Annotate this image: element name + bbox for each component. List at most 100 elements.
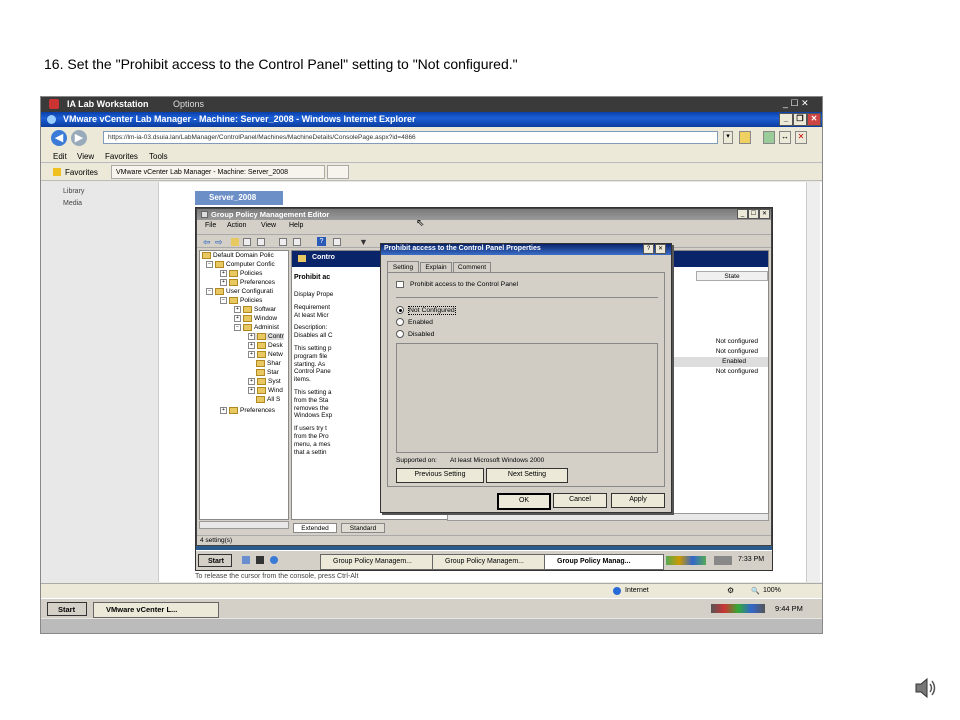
lock-icon[interactable]: [739, 131, 751, 144]
back-icon[interactable]: ⇦: [203, 237, 211, 248]
tree-item[interactable]: + Policies: [220, 270, 262, 277]
nav-media[interactable]: Media: [63, 200, 82, 207]
tree-item[interactable]: Star: [256, 369, 279, 376]
expand-icon[interactable]: +: [220, 407, 227, 414]
expand-icon[interactable]: +: [248, 342, 255, 349]
back-arrow-icon[interactable]: ◀: [51, 130, 67, 146]
tab-extended[interactable]: Extended: [293, 523, 337, 533]
show-hide-tree-icon[interactable]: [243, 238, 251, 246]
tree-item[interactable]: + Window: [234, 315, 277, 322]
tree-item[interactable]: Shar: [256, 360, 281, 367]
go-icon[interactable]: ↔: [779, 131, 791, 144]
new-tab-button[interactable]: [327, 165, 349, 179]
ie-tab-current[interactable]: VMware vCenter Lab Manager - Machine: Se…: [111, 165, 325, 179]
tree-item[interactable]: + Syst: [248, 378, 281, 385]
radio-enabled[interactable]: Enabled: [396, 318, 433, 326]
gpme-minimize-button[interactable]: _: [737, 209, 748, 219]
menu-edit[interactable]: Edit: [53, 152, 67, 161]
radio-not-configured[interactable]: Not Configured: [396, 305, 456, 315]
dialog-tab-comment[interactable]: Comment: [453, 262, 491, 272]
ie-restore-button[interactable]: ❐: [793, 113, 807, 126]
gpme-close-button[interactable]: ✕: [759, 209, 770, 219]
workstation-window-controls[interactable]: _ ☐ ✕: [783, 98, 809, 109]
tab-standard[interactable]: Standard: [341, 523, 385, 533]
taskbar-item[interactable]: Group Policy Managem...: [432, 554, 554, 570]
forward-arrow-icon[interactable]: ▶: [71, 130, 87, 146]
dialog-tab-setting[interactable]: Setting: [387, 261, 419, 272]
radio-disabled[interactable]: Disabled: [396, 330, 434, 338]
collapse-icon[interactable]: −: [206, 288, 213, 295]
filter-icon[interactable]: ▼: [359, 237, 368, 247]
cmd-icon[interactable]: [256, 556, 264, 564]
tree-item[interactable]: + Softwar: [234, 306, 276, 313]
ok-button[interactable]: OK: [497, 493, 551, 510]
expand-icon[interactable]: +: [234, 315, 241, 322]
tree-item[interactable]: + Preferences: [220, 279, 275, 286]
help-icon[interactable]: ?: [317, 237, 326, 246]
expand-icon[interactable]: +: [248, 333, 255, 340]
workstation-options-menu[interactable]: Options: [173, 99, 204, 109]
next-setting-button[interactable]: Next Setting: [486, 468, 568, 483]
tree-item[interactable]: − Computer Confic: [206, 261, 275, 268]
tree-item[interactable]: − Policies: [220, 297, 262, 304]
expand-icon[interactable]: +: [220, 279, 227, 286]
favorites-button[interactable]: Favorites: [65, 168, 98, 177]
refresh-list-icon[interactable]: [293, 238, 301, 246]
expand-icon[interactable]: +: [248, 351, 255, 358]
speaker-icon[interactable]: [913, 675, 939, 701]
details-hscrollbar[interactable]: [447, 513, 769, 521]
tree-item[interactable]: + Wind: [248, 387, 283, 394]
host-tray-icons[interactable]: [711, 604, 765, 613]
dialog-tab-explain[interactable]: Explain: [420, 262, 452, 272]
gpme-menu-view[interactable]: View: [261, 222, 276, 229]
export-list-icon[interactable]: [279, 238, 287, 246]
protected-mode-icon[interactable]: ⚙: [727, 586, 734, 595]
collapse-icon[interactable]: −: [220, 297, 227, 304]
menu-view[interactable]: View: [77, 152, 94, 161]
gpme-menu-file[interactable]: File: [205, 222, 216, 229]
zoom-icon[interactable]: 🔍: [751, 587, 760, 595]
ie-minimize-button[interactable]: _: [779, 113, 793, 126]
up-folder-icon[interactable]: [231, 238, 239, 246]
tree-hscrollbar[interactable]: [199, 521, 289, 529]
server-manager-icon[interactable]: [242, 556, 250, 564]
tree-item[interactable]: − Administ: [234, 324, 279, 331]
previous-setting-button[interactable]: Previous Setting: [396, 468, 484, 483]
address-dropdown-button[interactable]: ▾: [723, 131, 733, 144]
cancel-button[interactable]: Cancel: [553, 493, 607, 508]
menu-favorites[interactable]: Favorites: [105, 152, 138, 161]
apply-button[interactable]: Apply: [611, 493, 665, 508]
address-input[interactable]: https://lm-ia-03.dsuia.lan/LabManager/Co…: [103, 131, 718, 144]
tree-item[interactable]: + Netw: [248, 351, 283, 358]
gpme-maximize-button[interactable]: ☐: [748, 209, 759, 219]
view-icon[interactable]: [333, 238, 341, 246]
stop-icon[interactable]: ✕: [795, 131, 807, 144]
collapse-icon[interactable]: −: [206, 261, 213, 268]
tree-item[interactable]: + Desk: [248, 342, 283, 349]
nav-library[interactable]: Library: [63, 188, 84, 195]
description-line[interactable]: Display Prope: [294, 291, 333, 298]
collapse-icon[interactable]: −: [234, 324, 241, 331]
tree-item[interactable]: + Preferences: [220, 407, 275, 414]
expand-icon[interactable]: +: [248, 387, 255, 394]
system-tray-icons[interactable]: [666, 556, 706, 565]
tree-item[interactable]: All S: [256, 396, 280, 403]
host-taskbar-item[interactable]: VMware vCenter L...: [93, 602, 219, 618]
tree-item[interactable]: − User Configurati: [206, 288, 273, 295]
refresh-icon[interactable]: [763, 131, 775, 144]
expand-icon[interactable]: +: [248, 378, 255, 385]
server-tab[interactable]: Server_2008: [195, 191, 283, 205]
dialog-help-button[interactable]: ?: [643, 244, 654, 254]
expand-icon[interactable]: +: [234, 306, 241, 313]
page-scrollbar[interactable]: [806, 182, 820, 582]
tree-item-selected[interactable]: + Contr: [248, 333, 284, 341]
menu-tools[interactable]: Tools: [149, 152, 168, 161]
properties-icon[interactable]: [257, 238, 265, 246]
vm-start-button[interactable]: Start: [198, 554, 232, 567]
dialog-close-button[interactable]: ✕: [655, 244, 666, 254]
expand-icon[interactable]: +: [220, 270, 227, 277]
state-column-header[interactable]: State: [696, 271, 768, 281]
zoom-level[interactable]: 100%: [763, 587, 781, 594]
network-tray-icon[interactable]: [714, 556, 732, 565]
forward-icon[interactable]: ⇨: [215, 237, 223, 248]
